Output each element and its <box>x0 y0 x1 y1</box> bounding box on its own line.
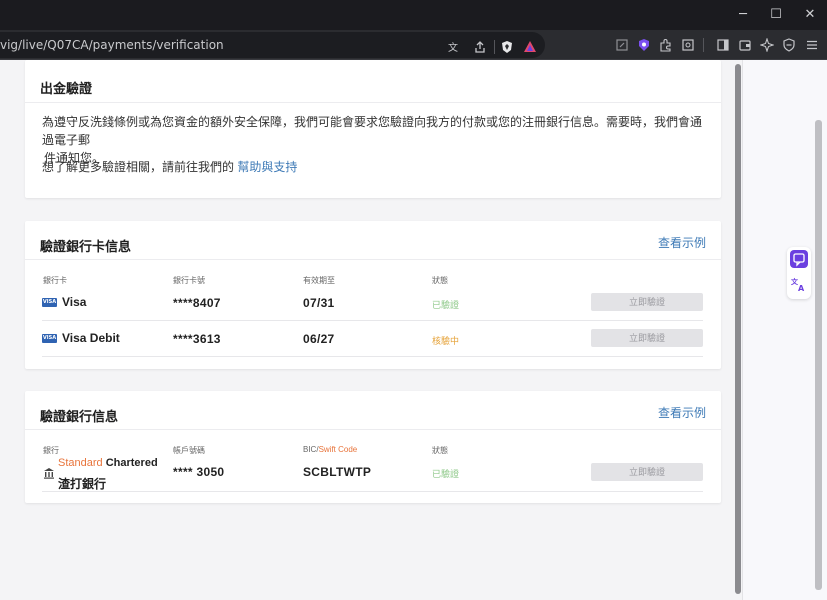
maximize-icon[interactable]: ☐ <box>758 0 794 30</box>
bank-name: Standard Chartered <box>58 457 158 469</box>
visa-card-icon: VISA <box>42 298 57 308</box>
page-title: 出金驗證 <box>40 81 93 96</box>
bank-card-section-title: 驗證銀行卡信息 <box>40 239 132 254</box>
bank-name-chinese: 渣打銀行 <box>58 477 107 491</box>
screenshot-icon[interactable] <box>615 38 629 52</box>
col-header-status: 狀態 <box>432 276 448 285</box>
bank-card-verification-card: 驗證銀行卡信息 查看示例 銀行卡 銀行卡號 有效期至 狀態 VISA Visa *… <box>25 221 721 369</box>
floating-extension-widget: 文A <box>787 247 811 299</box>
wallet-icon[interactable] <box>738 38 752 52</box>
browser-titlebar: ─ ☐ ✕ <box>0 0 827 30</box>
col-header-account-number: 帳戶號碼 <box>173 446 205 455</box>
close-icon[interactable]: ✕ <box>792 0 827 30</box>
withdrawal-verification-card: 出金驗證 為遵守反洗錢條例或為您資金的額外安全保障，我們可能會要求您驗證向我方的… <box>25 60 721 198</box>
page-content: 出金驗證 為遵守反洗錢條例或為您資金的額外安全保障，我們可能會要求您驗證向我方的… <box>0 60 742 600</box>
card-expiry: 06/27 <box>303 332 335 346</box>
leo-ai-icon[interactable] <box>759 37 775 53</box>
visa-card-icon: VISA <box>42 334 57 344</box>
col-header-status: 狀態 <box>432 446 448 455</box>
page-scrollbar[interactable] <box>735 64 741 594</box>
bank-icon <box>43 464 55 483</box>
verify-now-button[interactable]: 立即驗證 <box>591 293 703 311</box>
minimize-icon[interactable]: ─ <box>725 0 761 30</box>
translate-extension-icon[interactable]: 文A <box>790 275 808 293</box>
col-header-card: 銀行卡 <box>43 276 67 285</box>
more-info-text: 想了解更多驗證相關，請前往我們的 幫助與支持 <box>42 160 298 174</box>
col-header-bank: 銀行 <box>43 446 59 455</box>
card-expiry: 07/31 <box>303 296 335 310</box>
col-header-bic: BIC/Swift Code <box>303 445 358 454</box>
share-icon[interactable] <box>473 40 487 54</box>
address-bar[interactable]: vig/live/Q07CA/payments/verification 文 <box>0 32 545 58</box>
svg-text:A: A <box>798 284 805 293</box>
bank-account-section-title: 驗證銀行信息 <box>40 409 119 424</box>
verify-now-button[interactable]: 立即驗證 <box>591 329 703 347</box>
bank-account-view-sample-link[interactable]: 查看示例 <box>658 404 706 421</box>
vpn-shield-icon[interactable] <box>782 38 796 52</box>
status-badge: 已驗證 <box>432 300 460 310</box>
table-row-card-name: VISA Visa <box>42 295 87 309</box>
url-text[interactable]: vig/live/Q07CA/payments/verification <box>0 32 224 58</box>
translate-icon[interactable]: 文 <box>447 40 461 54</box>
status-badge: 核驗中 <box>432 336 460 346</box>
card-number: ****3613 <box>173 332 221 346</box>
sidebar-toggle-icon[interactable] <box>716 38 730 52</box>
col-header-card-number: 銀行卡號 <box>173 276 205 285</box>
account-number: **** 3050 <box>173 465 225 479</box>
extensions-icon[interactable] <box>659 38 673 52</box>
help-support-link[interactable]: 幫助與支持 <box>237 160 297 174</box>
side-panel-scrollbar[interactable] <box>815 120 822 590</box>
table-row-card-name: VISA Visa Debit <box>42 331 120 345</box>
verify-now-button[interactable]: 立即驗證 <box>591 463 703 481</box>
extension-chat-icon[interactable] <box>790 250 808 268</box>
bic-code: SCBLTWTP <box>303 465 372 479</box>
vpn-extension-icon[interactable] <box>637 38 651 52</box>
brave-rewards-icon[interactable] <box>523 40 537 54</box>
menu-icon[interactable] <box>805 38 819 52</box>
brave-shield-icon[interactable] <box>500 40 514 54</box>
status-badge: 已驗證 <box>432 469 460 479</box>
bank-card-view-sample-link[interactable]: 查看示例 <box>658 234 706 251</box>
browser-toolbar: vig/live/Q07CA/payments/verification 文 <box>0 30 827 60</box>
card-number: ****8407 <box>173 296 221 310</box>
bank-account-verification-card: 驗證銀行信息 查看示例 銀行 帳戶號碼 BIC/Swift Code 狀態 St… <box>25 391 721 503</box>
col-header-expiry: 有效期至 <box>303 276 335 285</box>
reader-mode-icon[interactable] <box>681 38 695 52</box>
svg-text:文: 文 <box>448 41 458 54</box>
